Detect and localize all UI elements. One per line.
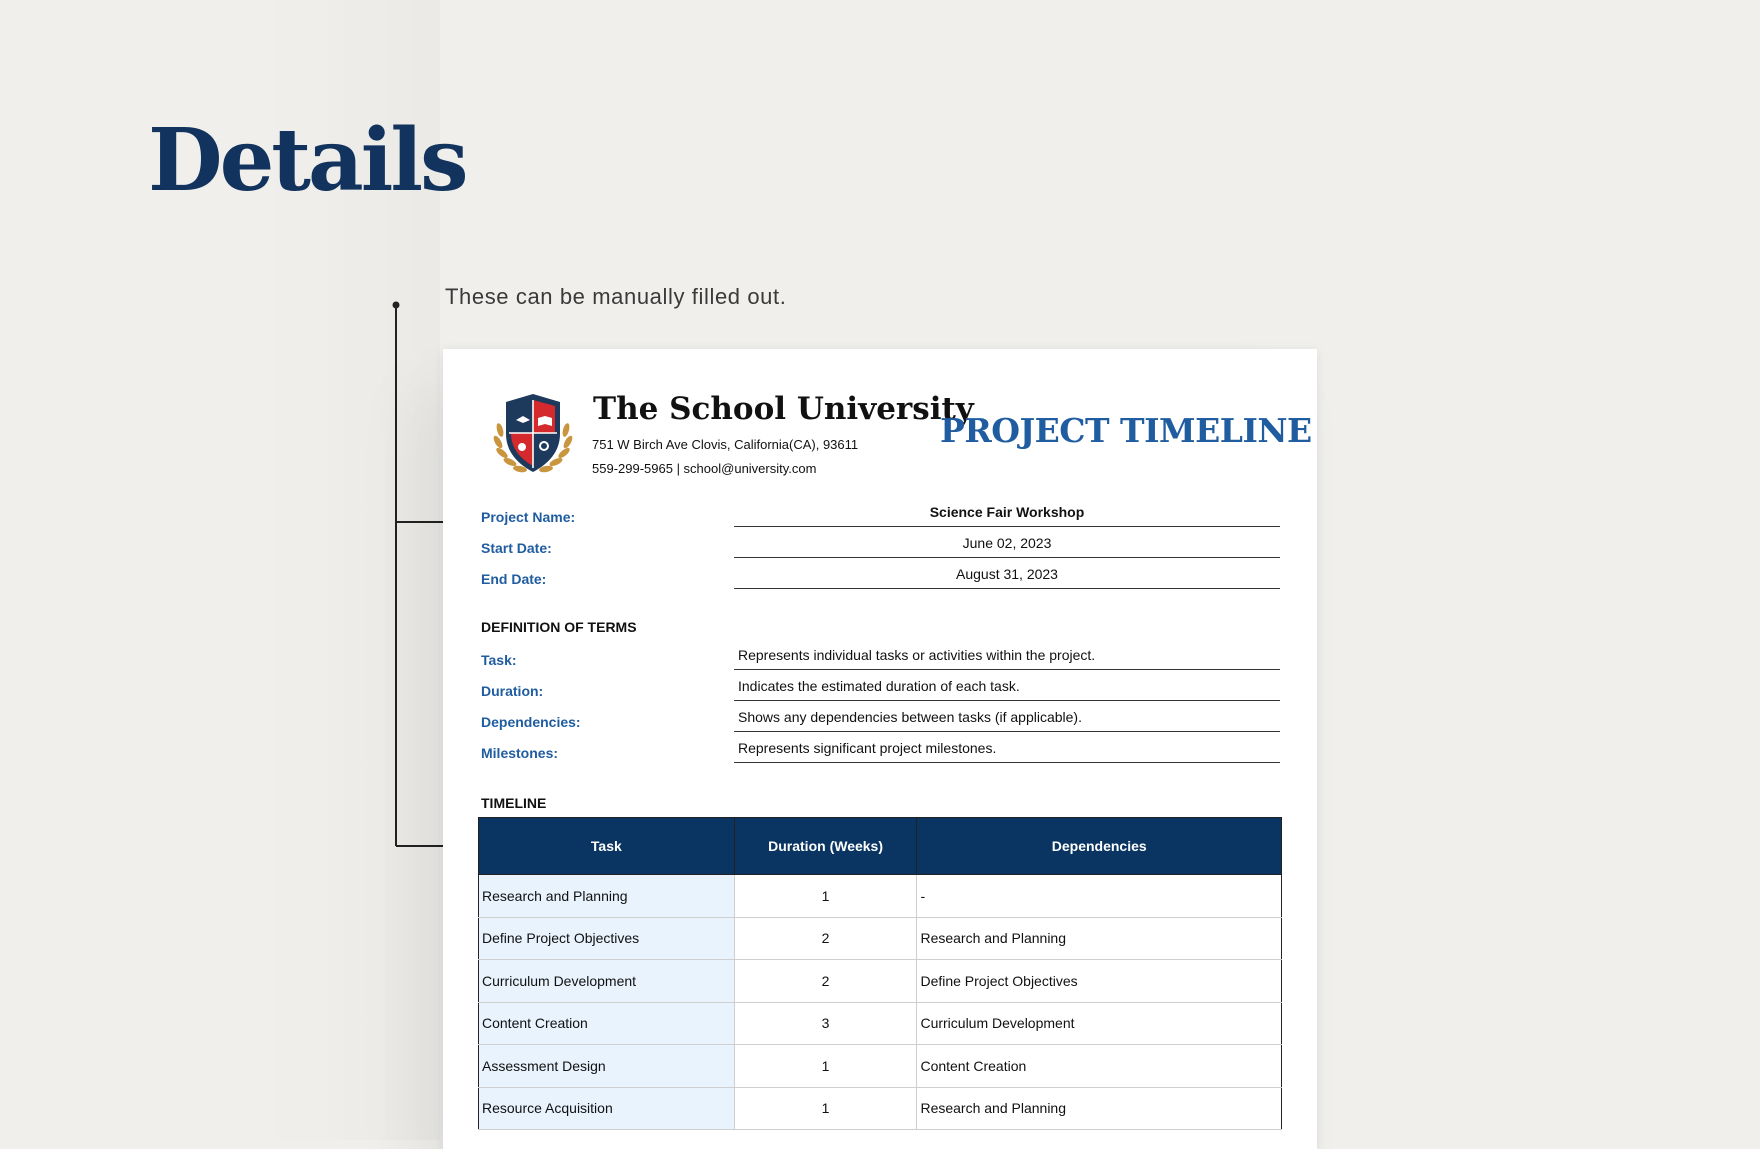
start-date-field[interactable]: June 02, 2023 (734, 531, 1280, 558)
task-cell[interactable]: Content Creation (478, 1001, 735, 1045)
task-cell[interactable]: Define Project Objectives (478, 916, 735, 960)
definition-milestones-label: Milestones: (481, 745, 559, 761)
end-date-label: End Date: (481, 571, 547, 587)
timeline-table: Task Duration (Weeks) Dependencies Resea… (478, 817, 1282, 1130)
caption-text: These can be manually filled out. (445, 284, 787, 309)
column-header-task: Task (478, 817, 735, 875)
school-name: The School University (593, 391, 974, 427)
task-cell[interactable]: Research and Planning (478, 874, 735, 918)
school-address: 751 W Birch Ave Clovis, California(CA), … (592, 437, 859, 452)
definition-milestones-field[interactable]: Represents significant project milestone… (734, 736, 1280, 763)
callout-connector (392, 301, 466, 851)
end-date-field[interactable]: August 31, 2023 (734, 562, 1280, 589)
task-cell[interactable]: Resource Acquisition (478, 1086, 735, 1130)
timeline-heading: TIMELINE (481, 795, 547, 811)
table-row: Define Project Objectives 2 Research and… (478, 916, 1282, 960)
project-name-field[interactable]: Science Fair Workshop (734, 500, 1280, 527)
table-row: Resource Acquisition 1 Research and Plan… (478, 1086, 1282, 1130)
duration-cell[interactable]: 1 (733, 1044, 918, 1088)
dependencies-cell[interactable]: Research and Planning (916, 1086, 1282, 1130)
definition-task-label: Task: (481, 652, 517, 668)
dependencies-cell[interactable]: Curriculum Development (916, 1001, 1282, 1045)
start-date-label: Start Date: (481, 540, 552, 556)
table-row: Research and Planning 1 - (478, 874, 1282, 918)
definitions-heading: DEFINITION OF TERMS (481, 619, 637, 635)
duration-cell[interactable]: 3 (733, 1001, 918, 1045)
definition-dependencies-label: Dependencies: (481, 714, 581, 730)
column-header-dependencies: Dependencies (916, 817, 1282, 875)
table-header-row: Task Duration (Weeks) Dependencies (478, 817, 1282, 875)
dependencies-cell[interactable]: - (916, 874, 1282, 918)
school-contact: 559-299-5965 | school@university.com (592, 461, 817, 476)
task-cell[interactable]: Curriculum Development (478, 959, 735, 1003)
task-cell[interactable]: Assessment Design (478, 1044, 735, 1088)
project-name-label: Project Name: (481, 509, 576, 525)
dependencies-cell[interactable]: Define Project Objectives (916, 959, 1282, 1003)
definition-dependencies-field[interactable]: Shows any dependencies between tasks (if… (734, 705, 1280, 732)
duration-cell[interactable]: 2 (733, 916, 918, 960)
dependencies-cell[interactable]: Research and Planning (916, 916, 1282, 960)
document-title: PROJECT TIMELINE (940, 411, 1312, 450)
flask-icon (518, 443, 526, 451)
definition-duration-field[interactable]: Indicates the estimated duration of each… (734, 674, 1280, 701)
school-crest-logo (493, 394, 573, 473)
table-row: Assessment Design 1 Content Creation (478, 1044, 1282, 1088)
definition-task-field[interactable]: Represents individual tasks or activitie… (734, 643, 1280, 670)
document-page: The School University 751 W Birch Ave Cl… (443, 349, 1317, 1149)
column-header-duration: Duration (Weeks) (733, 817, 918, 875)
duration-cell[interactable]: 2 (733, 959, 918, 1003)
dependencies-cell[interactable]: Content Creation (916, 1044, 1282, 1088)
table-row: Content Creation 3 Curriculum Developmen… (478, 1001, 1282, 1045)
duration-cell[interactable]: 1 (733, 1086, 918, 1130)
definition-duration-label: Duration: (481, 683, 544, 699)
table-row: Curriculum Development 2 Define Project … (478, 959, 1282, 1003)
duration-cell[interactable]: 1 (733, 874, 918, 918)
